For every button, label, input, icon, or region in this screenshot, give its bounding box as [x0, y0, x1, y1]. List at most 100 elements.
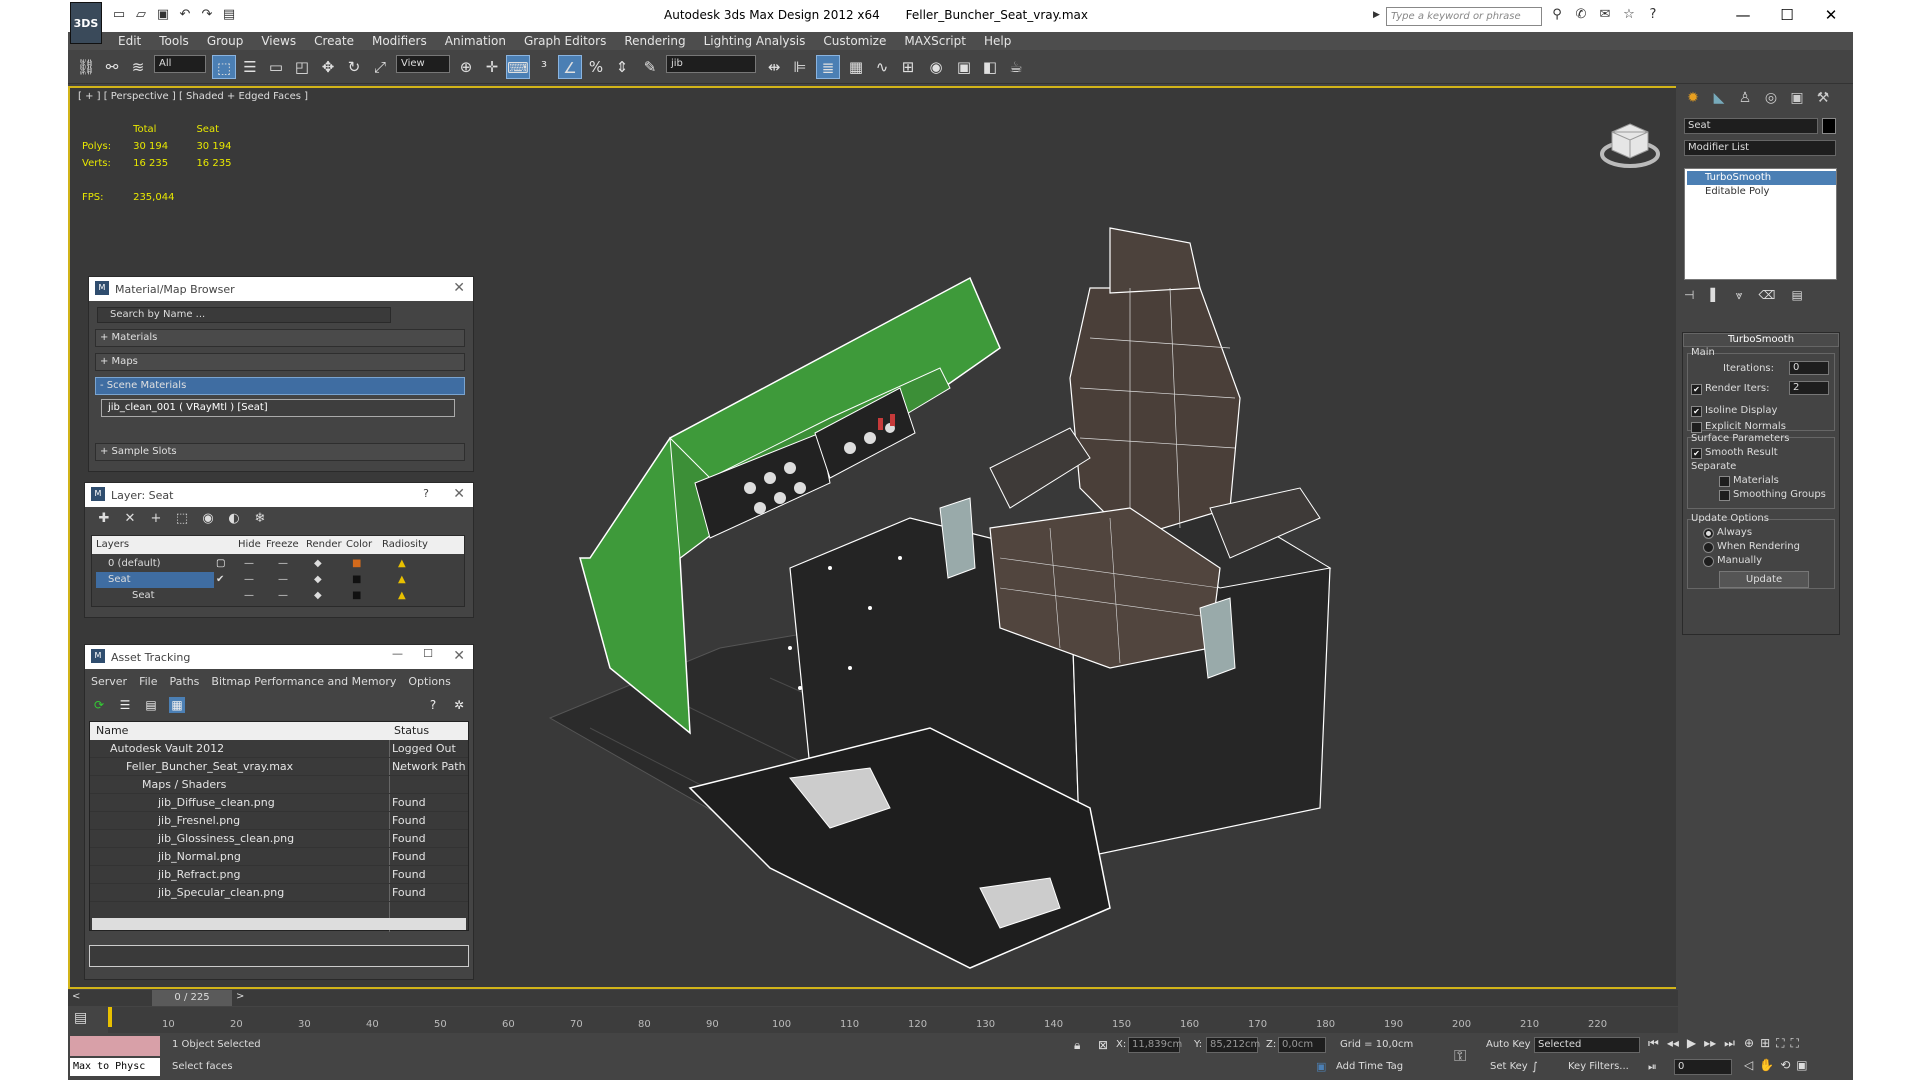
material-browser-titlebar[interactable]: M Material/Map Browser ✕	[89, 277, 473, 301]
next-frame-icon[interactable]: >	[236, 991, 244, 1002]
scale-icon[interactable]: ⤢	[368, 55, 392, 79]
z-coordinate-field[interactable]: 0,0cm	[1278, 1037, 1326, 1053]
update-button[interactable]: Update	[1719, 571, 1809, 588]
maps-group[interactable]: + Maps	[95, 353, 465, 371]
render-production-icon[interactable]: ☕	[1004, 55, 1028, 79]
menu-modifiers[interactable]: Modifiers	[372, 32, 427, 50]
menu-edit[interactable]: Edit	[118, 32, 141, 50]
when-rendering-radio[interactable]: When Rendering	[1703, 541, 1800, 553]
menu-animation[interactable]: Animation	[445, 32, 506, 50]
col-freeze[interactable]: Freeze	[266, 536, 299, 554]
col-hide[interactable]: Hide	[238, 536, 261, 554]
explicit-normals-checkbox[interactable]: Explicit Normals	[1691, 421, 1786, 433]
close-icon[interactable]: ✕	[1809, 0, 1853, 30]
turbosmooth-rollout-header[interactable]: TurboSmooth	[1683, 333, 1839, 347]
stack-item-editable-poly[interactable]: Editable Poly	[1687, 185, 1836, 199]
stack-item-turbosmooth[interactable]: TurboSmooth	[1687, 171, 1836, 185]
percent-snap-icon[interactable]: %	[584, 55, 608, 79]
menu-help[interactable]: Help	[984, 32, 1011, 50]
always-radio[interactable]: Always	[1703, 527, 1752, 539]
y-coordinate-field[interactable]: 85,212cm	[1206, 1037, 1260, 1053]
hide-toggle[interactable]: —	[244, 588, 254, 604]
refresh-icon[interactable]: ⟳	[91, 697, 107, 713]
next-key-icon[interactable]: ▸▸	[1704, 1036, 1716, 1051]
col-radiosity[interactable]: Radiosity	[382, 536, 428, 554]
menu-lighting-analysis[interactable]: Lighting Analysis	[704, 32, 806, 50]
smooth-result-checkbox[interactable]: Smooth Result	[1691, 447, 1778, 459]
auto-key-button[interactable]: Auto Key	[1486, 1036, 1531, 1054]
grid-view-icon[interactable]: ▦	[169, 697, 185, 713]
save-icon[interactable]: ▣	[154, 6, 172, 24]
keyword-search-input[interactable]: Type a keyword or phrase	[1386, 7, 1542, 26]
freeze-all-icon[interactable]: ❄	[251, 511, 269, 526]
favorites-icon[interactable]: ☆	[1620, 7, 1638, 22]
material-search-input[interactable]: Search by Name ...	[97, 307, 391, 323]
col-layers[interactable]: Layers	[96, 536, 129, 554]
table-row[interactable]: jib_Normal.png Found	[90, 848, 468, 866]
set-key-button[interactable]: Set Key	[1490, 1058, 1528, 1076]
delete-layer-icon[interactable]: ✕	[121, 511, 139, 526]
asset-menu-server[interactable]: Server	[91, 675, 127, 688]
render-iters-spinner[interactable]: 2	[1789, 381, 1829, 395]
go-to-start-icon[interactable]: ⏮	[1648, 1036, 1659, 1051]
graphite-icon[interactable]: ▦	[844, 55, 868, 79]
create-layer-icon[interactable]: ✚	[95, 511, 113, 526]
zoom-extents-all-icon[interactable]: ⛶	[1791, 1036, 1799, 1051]
mini-curve-icon[interactable]: ▤	[74, 1010, 87, 1026]
separate-materials-checkbox[interactable]: Materials	[1719, 475, 1779, 487]
zoom-icon[interactable]: ⊕	[1744, 1036, 1754, 1051]
display-tab-icon[interactable]: ▣	[1788, 90, 1806, 106]
modifier-list-dropdown[interactable]: Modifier List	[1684, 140, 1836, 156]
color-swatch[interactable]: ■	[352, 556, 361, 572]
communication-icon[interactable]: ✉	[1596, 7, 1614, 22]
manually-radio[interactable]: Manually	[1703, 555, 1762, 567]
pan-icon[interactable]: ✋	[1759, 1058, 1774, 1072]
field-of-view-icon[interactable]: ◁	[1744, 1058, 1753, 1072]
lock-selection-icon[interactable]: 🔒︎	[1074, 1038, 1080, 1053]
object-color-swatch[interactable]	[1822, 118, 1836, 134]
search-arrow-icon[interactable]: ▶	[1373, 10, 1380, 20]
asset-menu-file[interactable]: File	[139, 675, 157, 688]
redo-icon[interactable]: ↷	[198, 6, 216, 24]
color-swatch[interactable]: ■	[352, 572, 361, 588]
configure-sets-icon[interactable]: ▤	[1791, 288, 1802, 303]
active-layer-icon[interactable]: ▢	[216, 556, 225, 572]
rotate-icon[interactable]: ↻	[342, 55, 366, 79]
pin-stack-icon[interactable]: ⊣	[1684, 288, 1694, 303]
named-selection-select[interactable]: jib	[666, 55, 756, 73]
project-icon[interactable]: ▤	[220, 6, 238, 24]
spinner-snap-icon[interactable]: ⇕	[610, 55, 634, 79]
unlink-icon[interactable]: ⚯	[100, 55, 124, 79]
current-frame-field[interactable]: 0	[1674, 1059, 1732, 1075]
window-crossing-icon[interactable]: ◰	[290, 55, 314, 79]
undo-icon[interactable]: ↶	[176, 6, 194, 24]
sample-slots-group[interactable]: + Sample Slots	[95, 443, 465, 461]
minimize-icon[interactable]: —	[392, 647, 403, 660]
table-row[interactable]: jib_Glossiness_clean.png Found	[90, 830, 468, 848]
hierarchy-tab-icon[interactable]: ♙	[1736, 90, 1754, 106]
open-icon[interactable]: ▱	[132, 6, 150, 24]
selection-filter-select[interactable]: All	[154, 55, 206, 73]
menu-group[interactable]: Group	[207, 32, 244, 50]
render-toggle-icon[interactable]: ◆	[314, 572, 322, 588]
perspective-viewport[interactable]: [ + ] [ Perspective ] [ Shaded + Edged F…	[68, 86, 1678, 989]
pivot-center-icon[interactable]: ⊕	[454, 55, 478, 79]
key-filters-button[interactable]: Key Filters...	[1568, 1058, 1629, 1076]
minimize-icon[interactable]: —	[1721, 0, 1765, 30]
table-row[interactable]: Autodesk Vault 2012 Logged Out ...	[90, 740, 468, 773]
settings-icon[interactable]: ✲	[451, 697, 467, 713]
render-iters-checkbox[interactable]: Render Iters:	[1691, 383, 1770, 395]
maximize-viewport-icon[interactable]: ▣	[1796, 1058, 1807, 1072]
hide-toggle[interactable]: —	[244, 556, 254, 572]
go-to-end-icon[interactable]: ⏭	[1724, 1036, 1735, 1051]
object-name-field[interactable]: Seat	[1684, 118, 1818, 134]
radiosity-icon[interactable]: ▲	[398, 572, 406, 588]
link-icon[interactable]: ⛓	[74, 55, 98, 79]
rendered-frame-icon[interactable]: ◧	[978, 55, 1002, 79]
menu-tools[interactable]: Tools	[159, 32, 189, 50]
select-in-layer-icon[interactable]: ⬚	[173, 511, 191, 526]
table-row[interactable]: jib_Specular_clean.png Found	[90, 884, 468, 902]
table-view-icon[interactable]: ▤	[143, 697, 159, 713]
asset-menu-options[interactable]: Options	[408, 675, 450, 688]
asset-menu-paths[interactable]: Paths	[170, 675, 200, 688]
